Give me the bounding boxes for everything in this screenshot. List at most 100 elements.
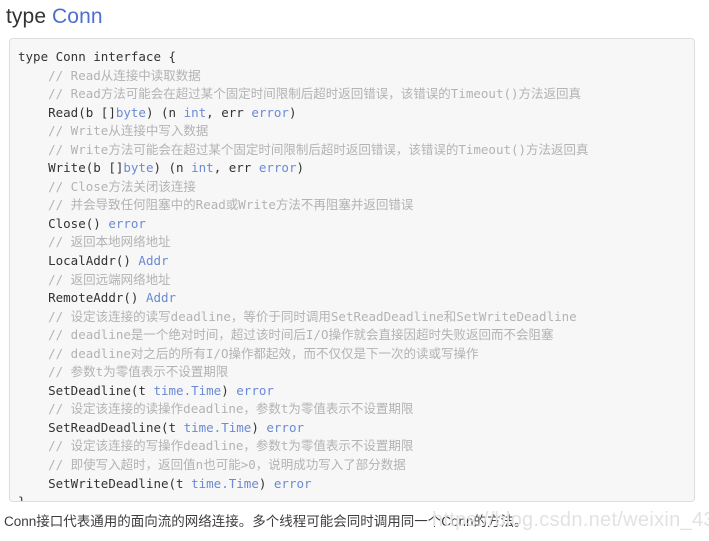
code-token-plain: }: [18, 494, 26, 502]
code-line: Close() error: [18, 216, 146, 231]
code-token-type: int: [191, 160, 214, 176]
code-line: // 参数t为零值表示不设置期限: [18, 364, 228, 379]
code-content: type Conn interface { // Read从连接中读取数据 //…: [10, 39, 694, 502]
code-line: // 返回远端网络地址: [18, 272, 171, 287]
code-token-type: error: [236, 382, 274, 398]
code-line: RemoteAddr() Addr: [18, 290, 176, 305]
code-line: // 设定该连接的写操作deadline，参数t为零值表示不设置期限: [18, 438, 413, 453]
code-token-plain: , err: [213, 160, 259, 176]
footer-description: Conn接口代表通用的面向流的网络连接。多个线程可能会同时调用同一个Conn的方…: [4, 514, 528, 529]
code-token-comment: // Close方法关闭该连接: [48, 178, 196, 194]
code-token-comment: // Write方法可能会在超过某个固定时间限制后超时返回错误，该错误的Time…: [48, 141, 589, 157]
code-line: // Close方法关闭该连接: [18, 179, 196, 194]
code-token-type: error: [273, 475, 312, 491]
code-line: // 返回本地网络地址: [18, 234, 171, 249]
code-line: // Read方法可能会在超过某个固定时间限制后超时返回错误，该错误的Timeo…: [18, 86, 581, 101]
code-token-plain: ): [288, 104, 297, 120]
code-token-comment: // 返回远端网络地址: [48, 271, 171, 287]
code-token-plain: ) (n: [153, 160, 192, 176]
code-token-comment: // 设定该连接的读操作deadline，参数t为零值表示不设置期限: [48, 401, 414, 417]
code-token-type: time.Time: [191, 475, 259, 491]
code-line: SetReadDeadline(t time.Time) error: [18, 420, 304, 435]
code-token-comment: // Read从连接中读取数据: [48, 67, 201, 83]
code-token-type: int: [183, 104, 207, 120]
code-token-plain: ): [258, 475, 274, 491]
code-token-comment: // 即使写入超时，返回值n也可能>0，说明成功写入了部分数据: [48, 457, 406, 473]
code-line: // Read从连接中读取数据: [18, 68, 201, 83]
code-token-comment: // deadline是一个绝对时间，超过该时间后I/O操作就会直接因超时失败返…: [48, 327, 554, 343]
code-token-comment: // 并会导致任何阻塞中的Read或Write方法不再阻塞并返回错误: [48, 197, 414, 213]
code-line: type Conn interface {: [18, 49, 176, 64]
code-line: // deadline是一个绝对时间，超过该时间后I/O操作就会直接因超时失败返…: [18, 327, 553, 342]
code-block: type Conn interface { // Read从连接中读取数据 //…: [9, 38, 695, 502]
page-title-keyword: type: [6, 5, 53, 28]
code-token-plain: RemoteAddr(): [48, 290, 146, 306]
code-line: // 即使写入超时，返回值n也可能>0，说明成功写入了部分数据: [18, 457, 406, 472]
code-token-plain: Write(b []: [48, 160, 124, 176]
code-token-comment: // 设定该连接的读写deadline，等价于同时调用SetReadDeadli…: [48, 308, 577, 324]
code-token-plain: LocalAddr(): [48, 253, 139, 269]
code-line: // deadline对之后的所有I/O操作都起效，而不仅仅是下一次的读或写操作: [18, 346, 478, 361]
code-token-type: error: [251, 104, 289, 120]
code-token-plain: , err: [206, 104, 252, 120]
code-token-type: time.Time: [153, 382, 222, 398]
code-token-plain: ) (n: [145, 104, 184, 120]
code-line: }: [18, 494, 26, 502]
code-token-plain: Close(): [48, 215, 109, 231]
code-line: // 设定该连接的读写deadline，等价于同时调用SetReadDeadli…: [18, 309, 577, 324]
code-line: LocalAddr() Addr: [18, 253, 169, 269]
code-line: // 并会导致任何阻塞中的Read或Write方法不再阻塞并返回错误: [18, 197, 413, 212]
code-token-type: error: [108, 215, 146, 231]
code-token-comment: // deadline对之后的所有I/O操作都起效，而不仅仅是下一次的读或写操作: [48, 345, 479, 361]
code-token-plain: SetWriteDeadline(t: [48, 475, 192, 491]
code-token-plain: type Conn interface {: [18, 49, 177, 64]
code-token-type: error: [266, 419, 305, 435]
code-token-plain: SetReadDeadline(t: [48, 419, 184, 435]
code-token-type: Addr: [138, 253, 169, 269]
code-token-type: byte: [115, 104, 146, 120]
code-line: SetDeadline(t time.Time) error: [18, 383, 274, 398]
code-line: // 设定该连接的读操作deadline，参数t为零值表示不设置期限: [18, 401, 413, 416]
page-title: type Conn: [0, 0, 709, 30]
code-line: Read(b []byte) (n int, err error): [18, 104, 297, 120]
code-token-plain: SetDeadline(t: [48, 382, 154, 398]
code-line: SetWriteDeadline(t time.Time) error: [18, 475, 312, 491]
code-token-comment: // Read方法可能会在超过某个固定时间限制后超时返回错误，该错误的Timeo…: [48, 86, 582, 102]
code-token-type: byte: [123, 160, 154, 176]
code-token-type: time.Time: [183, 419, 252, 435]
page-title-identifier: Conn: [52, 5, 103, 28]
code-token-comment: // Write从连接中写入数据: [48, 123, 209, 139]
code-line: // Write方法可能会在超过某个固定时间限制后超时返回错误，该错误的Time…: [18, 141, 589, 157]
code-token-type: Addr: [145, 290, 177, 306]
code-token-plain: Read(b []: [48, 104, 116, 120]
code-line: // Write从连接中写入数据: [18, 123, 208, 138]
code-token-plain: ): [251, 419, 267, 435]
code-token-comment: // 返回本地网络地址: [48, 234, 171, 250]
code-token-type: error: [258, 160, 297, 176]
code-token-comment: // 设定该连接的写操作deadline，参数t为零值表示不设置期限: [48, 438, 414, 454]
code-token-plain: ): [296, 160, 305, 176]
code-line: Write(b []byte) (n int, err error): [18, 160, 304, 175]
